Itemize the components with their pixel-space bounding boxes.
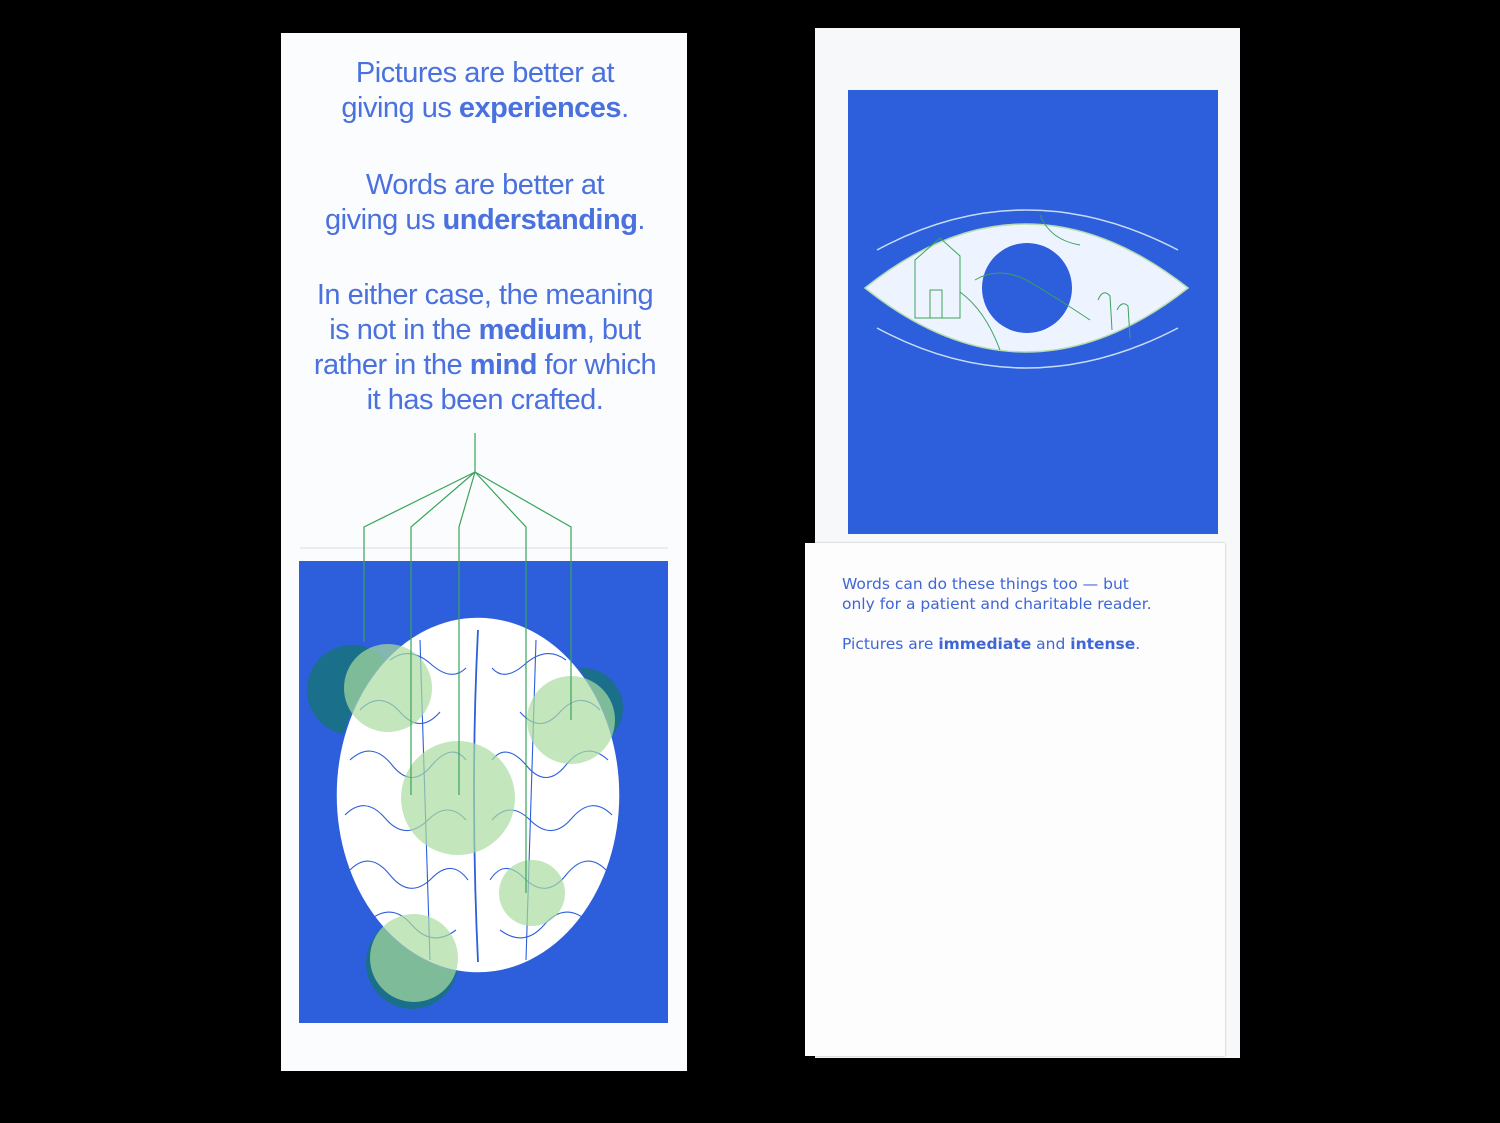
brain-icon [307,433,623,1009]
pupil [982,243,1072,333]
illustrations-overlay [300,209,1190,1009]
eye-icon [863,209,1190,369]
